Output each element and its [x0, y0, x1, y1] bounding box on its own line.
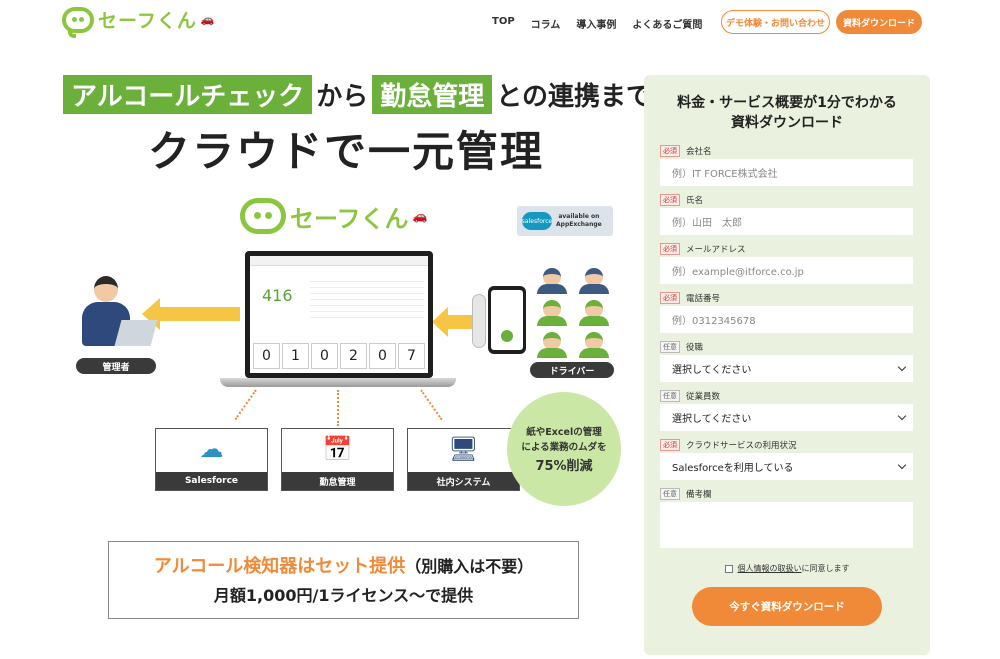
nav-item-faq[interactable]: よくあるご質問	[632, 16, 702, 31]
hero-text-from: から	[316, 82, 369, 112]
logo-bubble-icon	[62, 6, 94, 38]
name-label: 必須 氏名	[660, 194, 703, 206]
connector-line	[420, 389, 443, 421]
offer-box: アルコール検知器はセット提供（別購入は不要） 月額1,000円/1ライセンス〜で…	[108, 541, 579, 619]
connector-line	[337, 390, 339, 426]
name-input[interactable]: 例）山田 太郎	[660, 208, 913, 235]
email-input[interactable]: 例）example@itforce.co.jp	[660, 257, 913, 284]
integration-box-attendance: 📅 勤怠管理	[281, 428, 394, 491]
nav-item-column[interactable]: コラム	[531, 16, 561, 31]
admin-illustration	[74, 276, 158, 350]
offer-price: 月額1,000円/1ライセンス〜で提供	[213, 586, 474, 605]
phone-label: 必須 電話番号	[660, 292, 720, 304]
cloud-usage-select[interactable]: Salesforceを利用している	[660, 453, 913, 480]
form-title: 料金・サービス概要が1分でわかる 資料ダウンロード	[677, 95, 897, 131]
reduction-percent: 75%削減	[535, 458, 593, 474]
laptop-icon	[114, 320, 158, 346]
laptop-base	[220, 378, 456, 387]
nav-item-top[interactable]: TOP	[492, 16, 515, 31]
main-nav: TOP コラム 導入事例 よくあるご質問	[492, 16, 702, 31]
admin-label: 管理者	[76, 358, 156, 374]
reduction-circle: 紙やExcelの管理 による業務のムダを 75%削減	[507, 392, 621, 506]
hero-subheadline: クラウドで一元管理	[148, 127, 545, 176]
hero-tag-attendance: 勤怠管理	[372, 75, 493, 114]
download-form-panel: 料金・サービス概要が1分でわかる 資料ダウンロード 必須 会社名 例）IT FOR…	[644, 75, 930, 655]
company-input[interactable]: 例）IT FORCE株式会社	[660, 159, 913, 186]
integration-box-salesforce: ☁ Salesforce	[155, 428, 268, 491]
cloud-usage-label: 必須 クラウドサービスの利用状況	[660, 439, 797, 451]
submit-download-button[interactable]: 今すぐ資料ダウンロード	[692, 587, 882, 626]
calendar-clock-icon: 📅	[322, 435, 353, 463]
product-logo: セーフくん 🚗	[240, 198, 428, 234]
privacy-checkbox[interactable]	[724, 564, 733, 573]
hero-text-integration: との連携まで	[496, 82, 653, 112]
hero-tag-alcohol-check: アルコールチェック	[63, 75, 313, 114]
privacy-link[interactable]: 個人情報の取扱い	[738, 564, 802, 573]
integration-box-internal-system: 🖥 社内システム	[407, 428, 520, 491]
connector-line	[234, 389, 257, 421]
chevron-down-icon	[897, 460, 907, 470]
screen-digits: 0 1 0 2 0 7	[253, 343, 425, 369]
privacy-consent: 個人情報の取扱いに同意します	[644, 563, 930, 574]
company-label: 必須 会社名	[660, 145, 712, 157]
car-icon: 🚗	[412, 209, 428, 223]
demo-contact-button[interactable]: デモ体験・お問い合わせ	[721, 10, 830, 34]
phone-input[interactable]: 例）0312345678	[660, 306, 913, 333]
chevron-down-icon	[897, 362, 907, 372]
smartphone-icon	[488, 286, 526, 354]
employees-label: 任意 従業員数	[660, 390, 720, 402]
email-label: 必須 メールアドレス	[660, 243, 746, 255]
hero-headline: アルコールチェック から 勤怠管理 との連携まで	[63, 75, 656, 114]
site-logo[interactable]: セーフくん 🚗	[62, 6, 215, 38]
dashboard-screenshot: 416 0 1 0 2 0 7	[245, 251, 433, 378]
cloud-icon: ☁	[199, 435, 224, 463]
drivers-illustration	[532, 262, 614, 358]
driver-label: ドライバー	[530, 362, 614, 378]
role-select[interactable]: 選択してください	[660, 355, 913, 382]
chevron-down-icon	[897, 411, 907, 421]
alcohol-detector-icon	[472, 294, 486, 348]
employees-select[interactable]: 選択してください	[660, 404, 913, 431]
offer-note: （別購入は不要）	[405, 557, 534, 576]
screen-count: 416	[262, 286, 293, 305]
monitor-gear-icon: 🖥	[448, 435, 479, 463]
product-logo-text: セーフくん	[290, 204, 409, 233]
product-bubble-icon	[240, 198, 286, 234]
car-icon: 🚗	[200, 13, 215, 26]
offer-highlight: アルコール検知器はセット提供	[153, 556, 406, 577]
notes-label: 任意 備考欄	[660, 488, 712, 500]
salesforce-cloud-icon: salesforce	[522, 212, 552, 230]
appexchange-text: available on AppExchange	[556, 213, 602, 228]
appexchange-badge: salesforce available on AppExchange	[517, 206, 613, 236]
header-download-button[interactable]: 資料ダウンロード	[836, 10, 922, 34]
notes-textarea[interactable]	[660, 502, 913, 548]
arrow-left-icon	[142, 298, 240, 330]
nav-item-case-studies[interactable]: 導入事例	[576, 16, 616, 31]
logo-text: セーフくん	[98, 10, 197, 32]
role-label: 任意 役職	[660, 341, 703, 353]
